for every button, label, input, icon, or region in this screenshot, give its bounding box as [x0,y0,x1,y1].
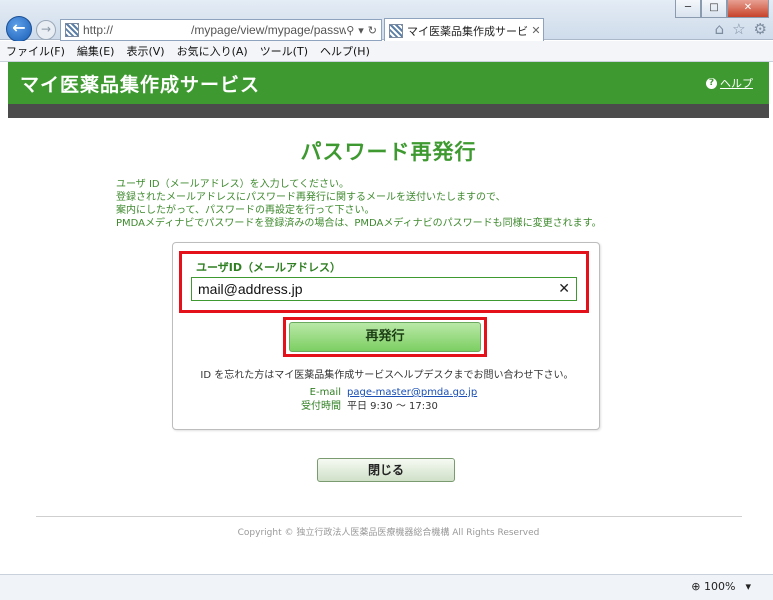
close-button[interactable]: 閉じる [317,458,455,482]
address-bar[interactable]: http:// /mypage/view/mypage/passwc ⚲ ▾ ↻ [60,19,382,41]
back-arrow-icon: ← [12,18,26,37]
user-id-input[interactable]: mail@address.jp ✕ [191,277,577,301]
window-controls: ─ □ ✕ [675,0,769,18]
clear-input-icon[interactable]: ✕ [558,281,570,297]
settings-gear-icon[interactable]: ⚙ [754,20,767,38]
zoom-icon: ⊕ [691,580,701,593]
status-bar: ⊕ 100% ▾ [0,574,773,600]
help-question-icon: ? [706,77,717,89]
page-title: パスワード再発行 [300,140,477,164]
refresh-icon[interactable]: ↻ [368,24,377,37]
zoom-level: 100% [704,580,736,593]
search-icon[interactable]: ⚲ [346,24,354,37]
menu-edit[interactable]: 編集(E) [77,43,115,59]
site-title: マイ医薬品集作成サービス [20,73,261,96]
menu-help[interactable]: ヘルプ(H) [320,43,370,59]
instruction-line: 登録されたメールアドレスにパスワード再発行に関するメールを送付いたしますので、 [116,192,506,203]
zoom-dropdown-icon[interactable]: ▾ [745,580,751,593]
help-link[interactable]: ? ヘルプ [706,75,753,91]
close-window-button[interactable]: ✕ [727,0,769,18]
reissue-form: ユーザID（メールアドレス） mail@address.jp ✕ 再発行 ID … [172,242,600,430]
menu-favorites[interactable]: お気に入り(A) [177,43,248,59]
button-highlight-box: 再発行 [283,317,487,357]
browser-titlebar: ─ □ ✕ ← → http:// /mypage/view/mypage/pas… [0,0,773,42]
menu-bar: ファイル(F) 編集(E) 表示(V) お気に入り(A) ツール(T) ヘルプ(… [0,41,773,62]
address-text[interactable]: http:// /mypage/view/mypage/passwc [83,23,346,37]
header-stripe [8,104,769,118]
zoom-control[interactable]: ⊕ 100% ▾ [691,580,751,593]
instructions: ユーザ ID（メールアドレス）を入力してください。 登録されたメールアドレスにパ… [116,178,676,230]
hours-value: 平日 9:30 〜 17:30 [347,401,438,412]
help-link-label: ヘルプ [720,77,753,90]
menu-tools[interactable]: ツール(T) [260,43,308,59]
home-icon[interactable]: ⌂ [715,20,725,38]
browser-tab[interactable]: マイ医薬品集作成サービ... ✕ [384,18,544,42]
address-prefix: http:// [83,23,114,37]
footer-divider [36,516,742,517]
email-label: E-mail [309,387,341,398]
field-highlight-box: ユーザID（メールアドレス） mail@address.jp ✕ [179,251,589,313]
back-button[interactable]: ← [6,16,32,42]
maximize-button[interactable]: □ [701,0,727,18]
copyright-text: Copyright © 独立行政法人医薬品医療機器総合機構 All Rights… [237,528,540,538]
menu-file[interactable]: ファイル(F) [6,43,65,59]
user-id-label: ユーザID（メールアドレス） [196,261,342,274]
contact-info: E-mail page-master@pmda.go.jp 受付時間 平日 9:… [283,386,477,414]
dropdown-icon[interactable]: ▾ [358,24,364,37]
email-link[interactable]: page-master@pmda.go.jp [347,386,477,400]
site-favicon-icon [65,23,79,37]
minimize-button[interactable]: ─ [675,0,701,18]
page-body: パスワード再発行 ユーザ ID（メールアドレス）を入力してください。 登録された… [8,118,769,570]
address-path: /mypage/view/mypage/passwc [191,23,347,37]
user-id-value[interactable]: mail@address.jp [198,281,558,297]
tab-close-icon[interactable]: ✕ [529,24,543,37]
instruction-line: 案内にしたがって、パスワードの再設定を行って下さい。 [116,205,375,216]
forward-button[interactable]: → [36,20,56,40]
hours-label: 受付時間 [301,401,341,412]
tab-favicon-icon [389,23,403,38]
tab-title: マイ医薬品集作成サービ... [407,24,529,38]
reissue-button[interactable]: 再発行 [289,322,481,352]
instruction-line: ユーザ ID（メールアドレス）を入力してください。 [116,179,350,190]
menu-view[interactable]: 表示(V) [126,43,164,59]
forward-arrow-icon: → [40,22,52,36]
site-header: マイ医薬品集作成サービス ? ヘルプ [8,62,769,104]
instruction-line: PMDAメディナビでパスワードを登録済みの場合は、PMDAメディナビのパスワード… [116,218,602,229]
forgot-id-text: ID を忘れた方はマイ医薬品集作成サービスヘルプデスクまでお問い合わせ下さい。 [200,370,574,381]
favorites-star-icon[interactable]: ☆ [732,20,745,38]
